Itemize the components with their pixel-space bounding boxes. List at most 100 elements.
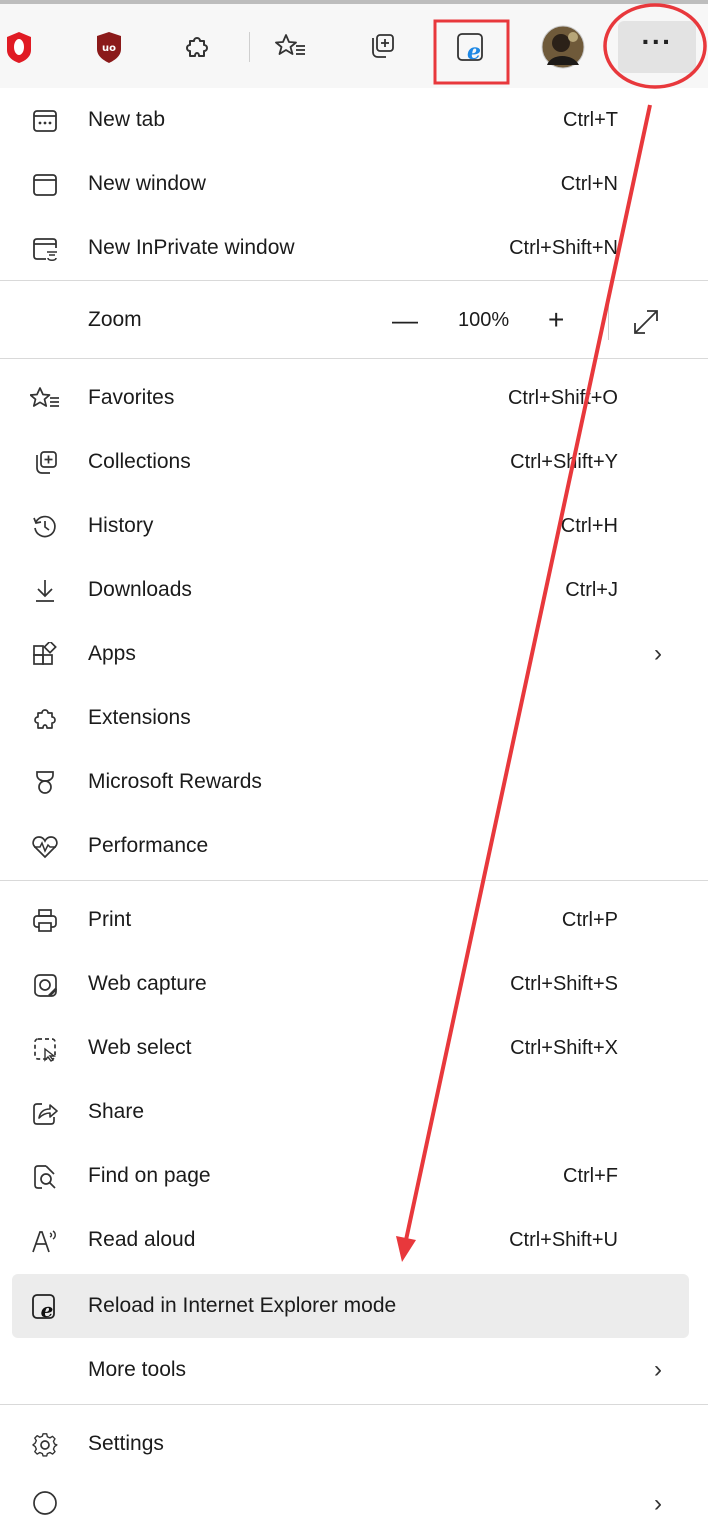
ie-mode-icon: e: [457, 33, 483, 64]
menu-item-label: New InPrivate window: [88, 236, 295, 259]
menu-item-apps[interactable]: Apps ›: [0, 622, 708, 686]
menu-item-label: History: [88, 514, 154, 537]
opera-icon: [7, 32, 31, 63]
zoom-label: Zoom: [88, 308, 142, 331]
collections-icon: [372, 34, 394, 58]
web-capture-icon: [30, 970, 60, 1000]
menu-item-shortcut: Ctrl+J: [565, 578, 618, 601]
more-icon: ···: [641, 26, 673, 57]
menu-item-new-tab[interactable]: New tab Ctrl+T: [0, 88, 708, 152]
read-aloud-icon: [30, 1226, 60, 1256]
toolbar-separator: [249, 32, 250, 62]
zoom-out-button[interactable]: —: [392, 305, 418, 336]
menu-divider: [0, 280, 708, 281]
extensions-icon: [186, 37, 208, 57]
menu-item-zoom: Zoom — 100% +: [0, 288, 708, 352]
menu-item-collections[interactable]: Collections Ctrl+Shift+Y: [0, 430, 708, 494]
menu-item-shortcut: Ctrl+F: [563, 1164, 618, 1187]
share-icon: [30, 1098, 60, 1128]
menu-item-read-aloud[interactable]: Read aloud Ctrl+Shift+U: [0, 1208, 708, 1272]
ublock-icon: uo: [97, 32, 121, 63]
extensions-button[interactable]: [172, 22, 222, 72]
expand-icon: [634, 310, 658, 334]
menu-item-label: Print: [88, 908, 132, 931]
menu-item-more-tools[interactable]: More tools ›: [0, 1338, 708, 1402]
menu-item-label: Web select: [88, 1036, 192, 1059]
chevron-right-icon: ›: [654, 640, 662, 667]
menu-item-performance[interactable]: Performance: [0, 814, 708, 878]
svg-text:e: e: [467, 39, 481, 64]
menu-item-settings[interactable]: Settings: [0, 1412, 708, 1476]
menu-item-shortcut: Ctrl+Shift+Y: [510, 450, 618, 473]
collections-button[interactable]: [356, 22, 406, 72]
menu-item-new-window[interactable]: New window Ctrl+N: [0, 152, 708, 216]
menu-item-web-select[interactable]: Web select Ctrl+Shift+X: [0, 1016, 708, 1080]
menu-item-label: Share: [88, 1100, 145, 1123]
menu-item-shortcut: Ctrl+Shift+U: [509, 1228, 618, 1251]
menu-divider: [0, 1404, 708, 1405]
web-select-icon: [30, 1034, 60, 1064]
menu-item-history[interactable]: History Ctrl+H: [0, 494, 708, 558]
menu-item-partial[interactable]: ›: [0, 1480, 708, 1517]
menu-item-shortcut: Ctrl+P: [561, 908, 618, 931]
collections-icon: [30, 448, 60, 478]
rewards-icon: [30, 768, 60, 798]
help-icon: [30, 1488, 60, 1518]
menu-item-label: Read aloud: [88, 1228, 196, 1251]
ie-mode-icon: e: [30, 1292, 60, 1322]
menu-item-shortcut: Ctrl+N: [560, 172, 618, 195]
menu-divider: [0, 880, 708, 881]
opera-extension-button[interactable]: [0, 22, 44, 72]
download-icon: [30, 576, 60, 606]
chevron-right-icon: ›: [654, 1356, 662, 1383]
menu-item-shortcut: Ctrl+T: [563, 108, 618, 131]
menu-divider: [0, 358, 708, 359]
favorites-button[interactable]: [266, 22, 316, 72]
history-icon: [30, 512, 60, 542]
profile-button[interactable]: [538, 22, 588, 72]
menu-item-microsoft-rewards[interactable]: Microsoft Rewards: [0, 750, 708, 814]
full-screen-button[interactable]: [630, 306, 662, 338]
menu-item-label: Settings: [88, 1432, 164, 1455]
menu-item-label: Favorites: [88, 386, 175, 409]
menu-item-find-on-page[interactable]: Find on page Ctrl+F: [0, 1144, 708, 1208]
zoom-value: 100%: [458, 308, 510, 331]
menu-item-web-capture[interactable]: Web capture Ctrl+Shift+S: [0, 952, 708, 1016]
extensions-icon: [30, 704, 60, 734]
menu-item-new-inprivate-window[interactable]: New InPrivate window Ctrl+Shift+N: [0, 216, 708, 280]
menu-item-label: Downloads: [88, 578, 192, 601]
menu-item-extensions[interactable]: Extensions: [0, 686, 708, 750]
apps-icon: [30, 640, 60, 670]
menu-item-label: Apps: [88, 642, 136, 665]
favorites-icon: [275, 34, 305, 55]
menu-item-share[interactable]: Share: [0, 1080, 708, 1144]
menu-item-print[interactable]: Print Ctrl+P: [0, 888, 708, 952]
performance-icon: [30, 832, 60, 862]
new-window-icon: [30, 170, 60, 200]
zoom-in-button[interactable]: +: [548, 304, 564, 336]
settings-and-more-button[interactable]: ···: [618, 21, 696, 73]
menu-item-label: Collections: [88, 450, 191, 473]
menu-item-downloads[interactable]: Downloads Ctrl+J: [0, 558, 708, 622]
zoom-separator: [608, 302, 609, 340]
favorites-icon: [30, 384, 60, 414]
menu-item-favorites[interactable]: Favorites Ctrl+Shift+O: [0, 366, 708, 430]
menu-item-shortcut: Ctrl+Shift+N: [509, 236, 618, 259]
menu-item-label: Microsoft Rewards: [88, 770, 262, 793]
menu-item-shortcut: Ctrl+Shift+X: [510, 1036, 618, 1059]
menu-item-reload-ie-mode[interactable]: e Reload in Internet Explorer mode: [12, 1274, 689, 1338]
ie-mode-button[interactable]: e: [446, 22, 496, 72]
inprivate-icon: [30, 234, 60, 264]
chevron-right-icon: ›: [654, 1490, 662, 1517]
new-tab-icon: [30, 106, 60, 136]
settings-and-more-menu: New tab Ctrl+T New window Ctrl+N New InP…: [0, 88, 708, 1517]
menu-item-label: Web capture: [88, 972, 207, 995]
menu-item-label: Performance: [88, 834, 209, 857]
menu-item-label: Reload in Internet Explorer mode: [88, 1294, 397, 1317]
ublock-extension-button[interactable]: uo: [84, 22, 134, 72]
profile-avatar: [541, 25, 585, 69]
svg-text:uo: uo: [102, 43, 116, 54]
browser-toolbar: uo e ···: [0, 4, 708, 88]
find-icon: [30, 1162, 60, 1192]
menu-item-label: More tools: [88, 1358, 187, 1381]
